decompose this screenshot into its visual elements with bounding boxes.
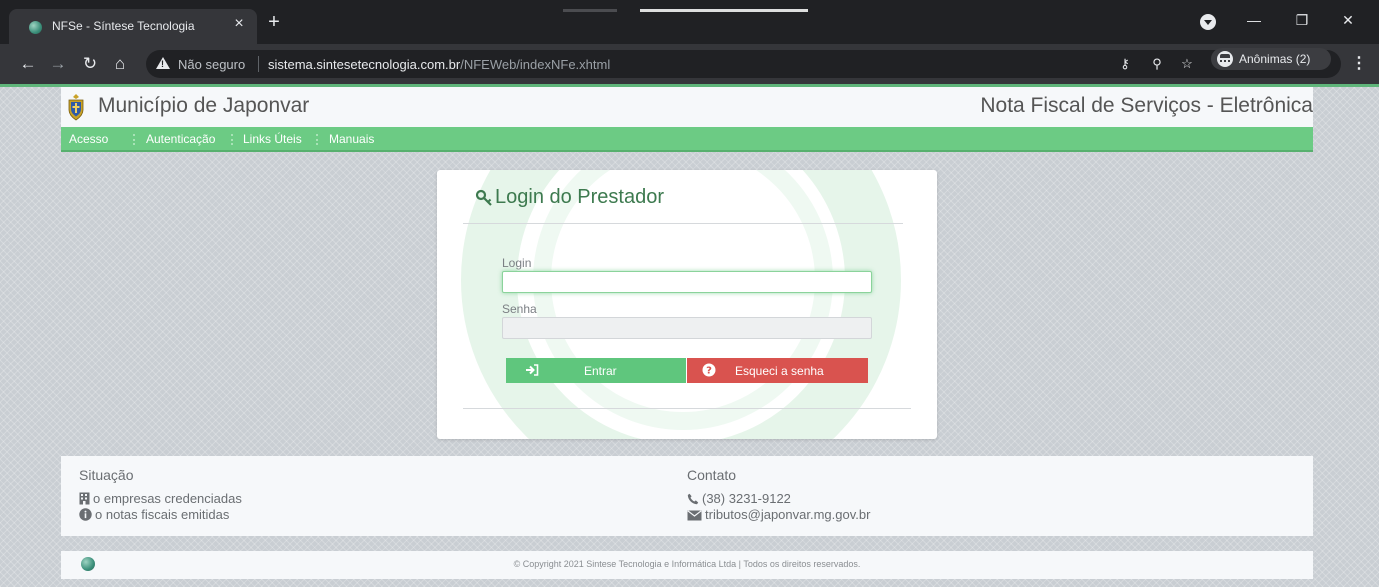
menu-item-acesso[interactable]: Acesso xyxy=(69,132,108,146)
browser-toolbar: ← → ↻ ⌂ Não seguro sistema.sintesetecnol… xyxy=(0,44,1379,84)
new-tab-button[interactable]: + xyxy=(266,12,282,32)
not-secure-label[interactable]: Não seguro xyxy=(178,57,245,72)
question-circle-icon: ? xyxy=(702,363,716,377)
page-background: Município de Japonvar Nota Fiscal de Ser… xyxy=(0,84,1379,587)
address-bar[interactable]: Não seguro sistema.sintesetecnologia.com… xyxy=(146,50,1341,78)
submit-label: Entrar xyxy=(584,364,617,378)
omnibox-divider xyxy=(258,56,259,72)
zoom-icon[interactable]: ⚲ xyxy=(1149,56,1165,72)
tab-title: NFSe - Síntese Tecnologia xyxy=(52,19,195,33)
menu-separator xyxy=(231,134,233,145)
back-icon[interactable]: ← xyxy=(18,54,38,74)
notas-text: o notas fiscais emitidas xyxy=(95,507,230,522)
contato-email: tributos@japonvar.mg.gov.br xyxy=(687,507,870,522)
forgot-password-button[interactable]: ? Esqueci a senha xyxy=(687,358,868,383)
empresas-text: o empresas credenciadas xyxy=(93,491,242,506)
menu-item-manuais[interactable]: Manuais xyxy=(329,132,374,146)
minimize-button[interactable]: — xyxy=(1242,10,1266,30)
login-field-label: Login xyxy=(502,256,532,270)
password-input[interactable] xyxy=(502,317,872,339)
empresas-credenciadas: o empresas credenciadas xyxy=(79,491,242,506)
building-icon xyxy=(79,492,90,505)
url-path: /NFEWeb/indexNFe.xhtml xyxy=(460,57,611,72)
svg-text:?: ? xyxy=(706,366,712,377)
title-divider xyxy=(463,223,903,224)
incognito-profile-button[interactable]: Anônimas (2) xyxy=(1211,48,1331,70)
forward-icon[interactable]: → xyxy=(48,54,68,74)
situacao-heading: Situação xyxy=(79,467,134,483)
password-field-label: Senha xyxy=(502,302,537,316)
contato-phone: (38) 3231-9122 xyxy=(687,491,791,506)
login-submit-button[interactable]: Entrar xyxy=(506,358,686,383)
contato-heading: Contato xyxy=(687,467,737,483)
menu-item-links-uteis[interactable]: Links Úteis xyxy=(243,132,302,146)
site-favicon-icon xyxy=(29,21,42,34)
site-header: Município de Japonvar Nota Fiscal de Ser… xyxy=(61,87,1313,127)
login-title: Login do Prestador xyxy=(495,186,665,208)
phone-text: (38) 3231-9122 xyxy=(702,491,791,506)
page-footer: © Copyright 2021 Sintese Tecnologia e In… xyxy=(61,551,1313,579)
url-host: sistema.sintesetecnologia.com.br xyxy=(268,57,461,72)
tab-strip-decoration xyxy=(640,9,808,12)
menu-separator xyxy=(133,134,135,145)
info-panel: Situação o empresas credenciadas o notas… xyxy=(61,456,1313,536)
key-icon[interactable]: ⚷ xyxy=(1117,56,1133,72)
notas-emitidas: o notas fiscais emitidas xyxy=(79,507,229,522)
login-input[interactable] xyxy=(502,271,872,293)
main-menu: Acesso Autenticação Links Úteis Manuais xyxy=(61,127,1313,152)
key-icon xyxy=(475,189,492,206)
info-circle-icon xyxy=(79,508,92,521)
copyright-text: © Copyright 2021 Sintese Tecnologia e In… xyxy=(513,559,861,569)
profile-label: Anônimas (2) xyxy=(1239,52,1311,66)
browser-tab[interactable]: NFSe - Síntese Tecnologia × xyxy=(9,9,257,44)
browser-menu-icon[interactable]: ⋮ xyxy=(1351,54,1367,74)
municipal-crest-icon xyxy=(68,94,84,121)
phone-icon xyxy=(687,493,699,505)
email-text[interactable]: tributos@japonvar.mg.gov.br xyxy=(705,507,870,522)
restore-button[interactable]: ❐ xyxy=(1290,10,1314,30)
login-panel: Login do Prestador Login Senha Entrar ? … xyxy=(437,170,937,439)
close-tab-icon[interactable]: × xyxy=(231,16,247,32)
form-bottom-divider xyxy=(463,408,911,409)
browser-tab-strip: NFSe - Síntese Tecnologia × + — ❐ ✕ xyxy=(0,0,1379,44)
tab-strip-decoration xyxy=(563,9,617,12)
tab-search-icon[interactable] xyxy=(1200,14,1216,30)
url-text[interactable]: sistema.sintesetecnologia.com.br/NFEWeb/… xyxy=(268,57,610,72)
menu-item-autenticacao[interactable]: Autenticação xyxy=(146,132,215,146)
municipality-title: Município de Japonvar xyxy=(98,94,310,117)
bookmark-star-icon[interactable]: ☆ xyxy=(1179,56,1195,72)
warning-icon xyxy=(156,57,170,69)
menu-separator xyxy=(316,134,318,145)
close-window-button[interactable]: ✕ xyxy=(1336,10,1360,30)
home-icon[interactable]: ⌂ xyxy=(110,54,130,74)
incognito-icon xyxy=(1217,51,1233,67)
forgot-label: Esqueci a senha xyxy=(735,364,824,378)
sign-in-icon xyxy=(526,364,539,376)
reload-icon[interactable]: ↻ xyxy=(80,54,100,74)
system-title: Nota Fiscal de Serviços - Eletrônica xyxy=(980,94,1313,117)
envelope-icon xyxy=(687,510,702,521)
